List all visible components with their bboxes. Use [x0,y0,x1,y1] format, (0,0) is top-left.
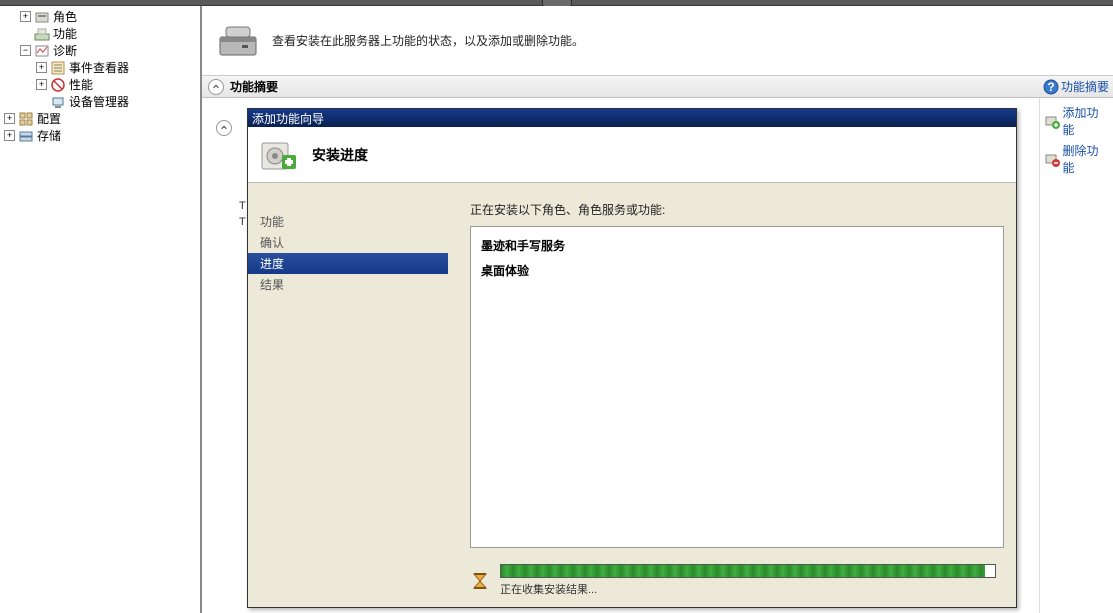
wizard-window: 添加功能向导 安装进度 [247,108,1017,608]
wizard-body: 功能 确认 进度 结果 正在安装以下角色、角色服务或功能: 墨迹和手写服务 桌面… [248,183,1016,607]
summary-help-link[interactable]: ? 功能摘要 [1043,78,1109,95]
expand-icon[interactable]: + [4,113,15,124]
hourglass-icon [470,571,490,591]
event-viewer-icon [50,60,66,76]
spacer [36,96,47,107]
wizard-nav-results[interactable]: 结果 [248,274,448,295]
tree-label-roles: 角色 [53,8,77,25]
spacer [20,28,31,39]
collapse-icon[interactable]: − [20,45,31,56]
remove-feature-label: 删除功能 [1063,142,1110,176]
actions-pane: 添加功能 删除功能 [1039,98,1113,613]
wizard-main: 正在安装以下角色、角色服务或功能: 墨迹和手写服务 桌面体验 [448,183,1016,607]
tree-item-roles[interactable]: + 角色 [4,8,194,25]
content-left: T T 添加功能向导 [202,98,1039,613]
tree-label-event-viewer: 事件查看器 [69,59,129,76]
tree-item-diagnostics[interactable]: − 诊断 [4,42,194,59]
banner-icon [214,17,262,65]
content-row: T T 添加功能向导 [202,98,1113,613]
progress-text: 正在收集安装结果... [500,581,996,597]
progress-row: 正在收集安装结果... [470,564,996,597]
remove-feature-link[interactable]: 删除功能 [1044,142,1109,176]
add-feature-label: 添加功能 [1063,104,1110,138]
progress-bar [500,564,996,578]
wizard-header-icon [258,135,298,175]
tree-label-storage: 存储 [37,127,61,144]
wizard-header-title: 安装进度 [312,145,368,165]
wizard-nav-confirm[interactable]: 确认 [248,232,448,253]
features-list: 墨迹和手写服务 桌面体验 [470,226,1004,548]
tree-label-config: 配置 [37,110,61,127]
tree-label-performance: 性能 [69,76,93,93]
tree-item-event-viewer[interactable]: + 事件查看器 [4,59,194,76]
diagnostics-icon [34,43,50,59]
chevron-up-icon[interactable] [208,79,224,95]
device-manager-icon [50,94,66,110]
nav-tree: + 角色 功能 − 诊断 + 事件查看器 + 性能 [4,8,194,144]
tree-item-features[interactable]: 功能 [4,25,194,42]
installing-label: 正在安装以下角色、角色服务或功能: [470,201,1004,218]
svg-text:?: ? [1047,80,1054,94]
expand-icon[interactable]: + [20,11,31,22]
expand-icon[interactable]: + [4,130,15,141]
tree-label-device-manager: 设备管理器 [69,93,129,110]
performance-icon [50,77,66,93]
truncated-marker: T [239,200,246,212]
summary-help-label: 功能摘要 [1061,78,1109,95]
tree-item-performance[interactable]: + 性能 [4,76,194,93]
features-icon [34,26,50,42]
tree-item-config[interactable]: + 配置 [4,110,194,127]
main-panel: 查看安装在此服务器上功能的状态，以及添加或删除功能。 功能摘要 ? 功能摘要 T… [200,6,1113,613]
config-icon [18,111,34,127]
wizard-nav-progress[interactable]: 进度 [248,253,448,274]
wizard-header: 安装进度 [248,127,1016,183]
banner-text: 查看安装在此服务器上功能的状态，以及添加或删除功能。 [272,32,584,49]
storage-icon [18,128,34,144]
wizard-title-text: 添加功能向导 [252,110,324,127]
wizard-titlebar[interactable]: 添加功能向导 [248,109,1016,127]
summary-title: 功能摘要 [230,78,278,95]
tree-label-features: 功能 [53,25,77,42]
sub-section-toggle[interactable] [216,120,238,136]
feature-item: 墨迹和手写服务 [481,233,993,258]
banner: 查看安装在此服务器上功能的状态，以及添加或删除功能。 [202,6,1113,76]
expand-icon[interactable]: + [36,79,47,90]
progress-fill [501,565,985,577]
feature-item: 桌面体验 [481,258,993,283]
wizard-nav: 功能 确认 进度 结果 [248,183,448,607]
wizard-nav-features[interactable]: 功能 [248,211,448,232]
truncated-marker: T [239,216,246,228]
roles-icon [34,9,50,25]
tree-item-storage[interactable]: + 存储 [4,127,194,144]
summary-bar: 功能摘要 ? 功能摘要 [202,76,1113,98]
tree-item-device-manager[interactable]: 设备管理器 [4,93,194,110]
add-feature-link[interactable]: 添加功能 [1044,104,1109,138]
tree-label-diagnostics: 诊断 [53,42,77,59]
progress-wrap: 正在收集安装结果... [500,564,996,597]
expand-icon[interactable]: + [36,62,47,73]
chevron-up-icon [216,120,232,136]
